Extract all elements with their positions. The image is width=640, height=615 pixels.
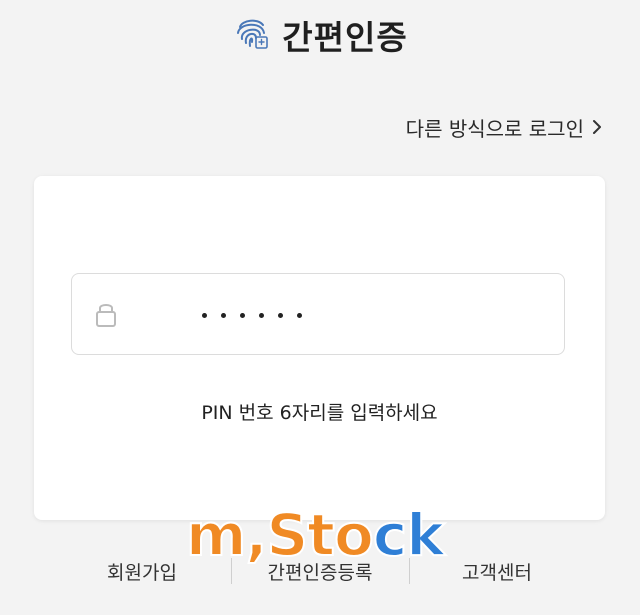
header: 간편인증	[0, 10, 640, 60]
pin-dot	[259, 312, 264, 318]
pin-card: PIN 번호 6자리를 입력하세요	[34, 176, 605, 520]
lock-icon	[95, 300, 117, 332]
pin-dot	[221, 312, 226, 318]
pin-dot	[297, 312, 302, 318]
fingerprint-icon	[232, 13, 272, 57]
alternate-login-label: 다른 방식으로 로그인	[405, 117, 584, 141]
pin-input-field[interactable]	[71, 273, 565, 355]
chevron-right-icon	[592, 116, 602, 140]
pin-dot	[278, 312, 283, 318]
pin-dot	[240, 312, 245, 318]
pin-helper-text: PIN 번호 6자리를 입력하세요	[201, 402, 438, 424]
pin-dot	[202, 312, 207, 318]
page-title: 간편인증	[282, 18, 408, 57]
pin-dots	[202, 274, 302, 356]
alternate-login-link[interactable]: 다른 방식으로 로그인	[406, 113, 602, 142]
mstock-watermark-logo: m,Stock	[185, 500, 446, 570]
